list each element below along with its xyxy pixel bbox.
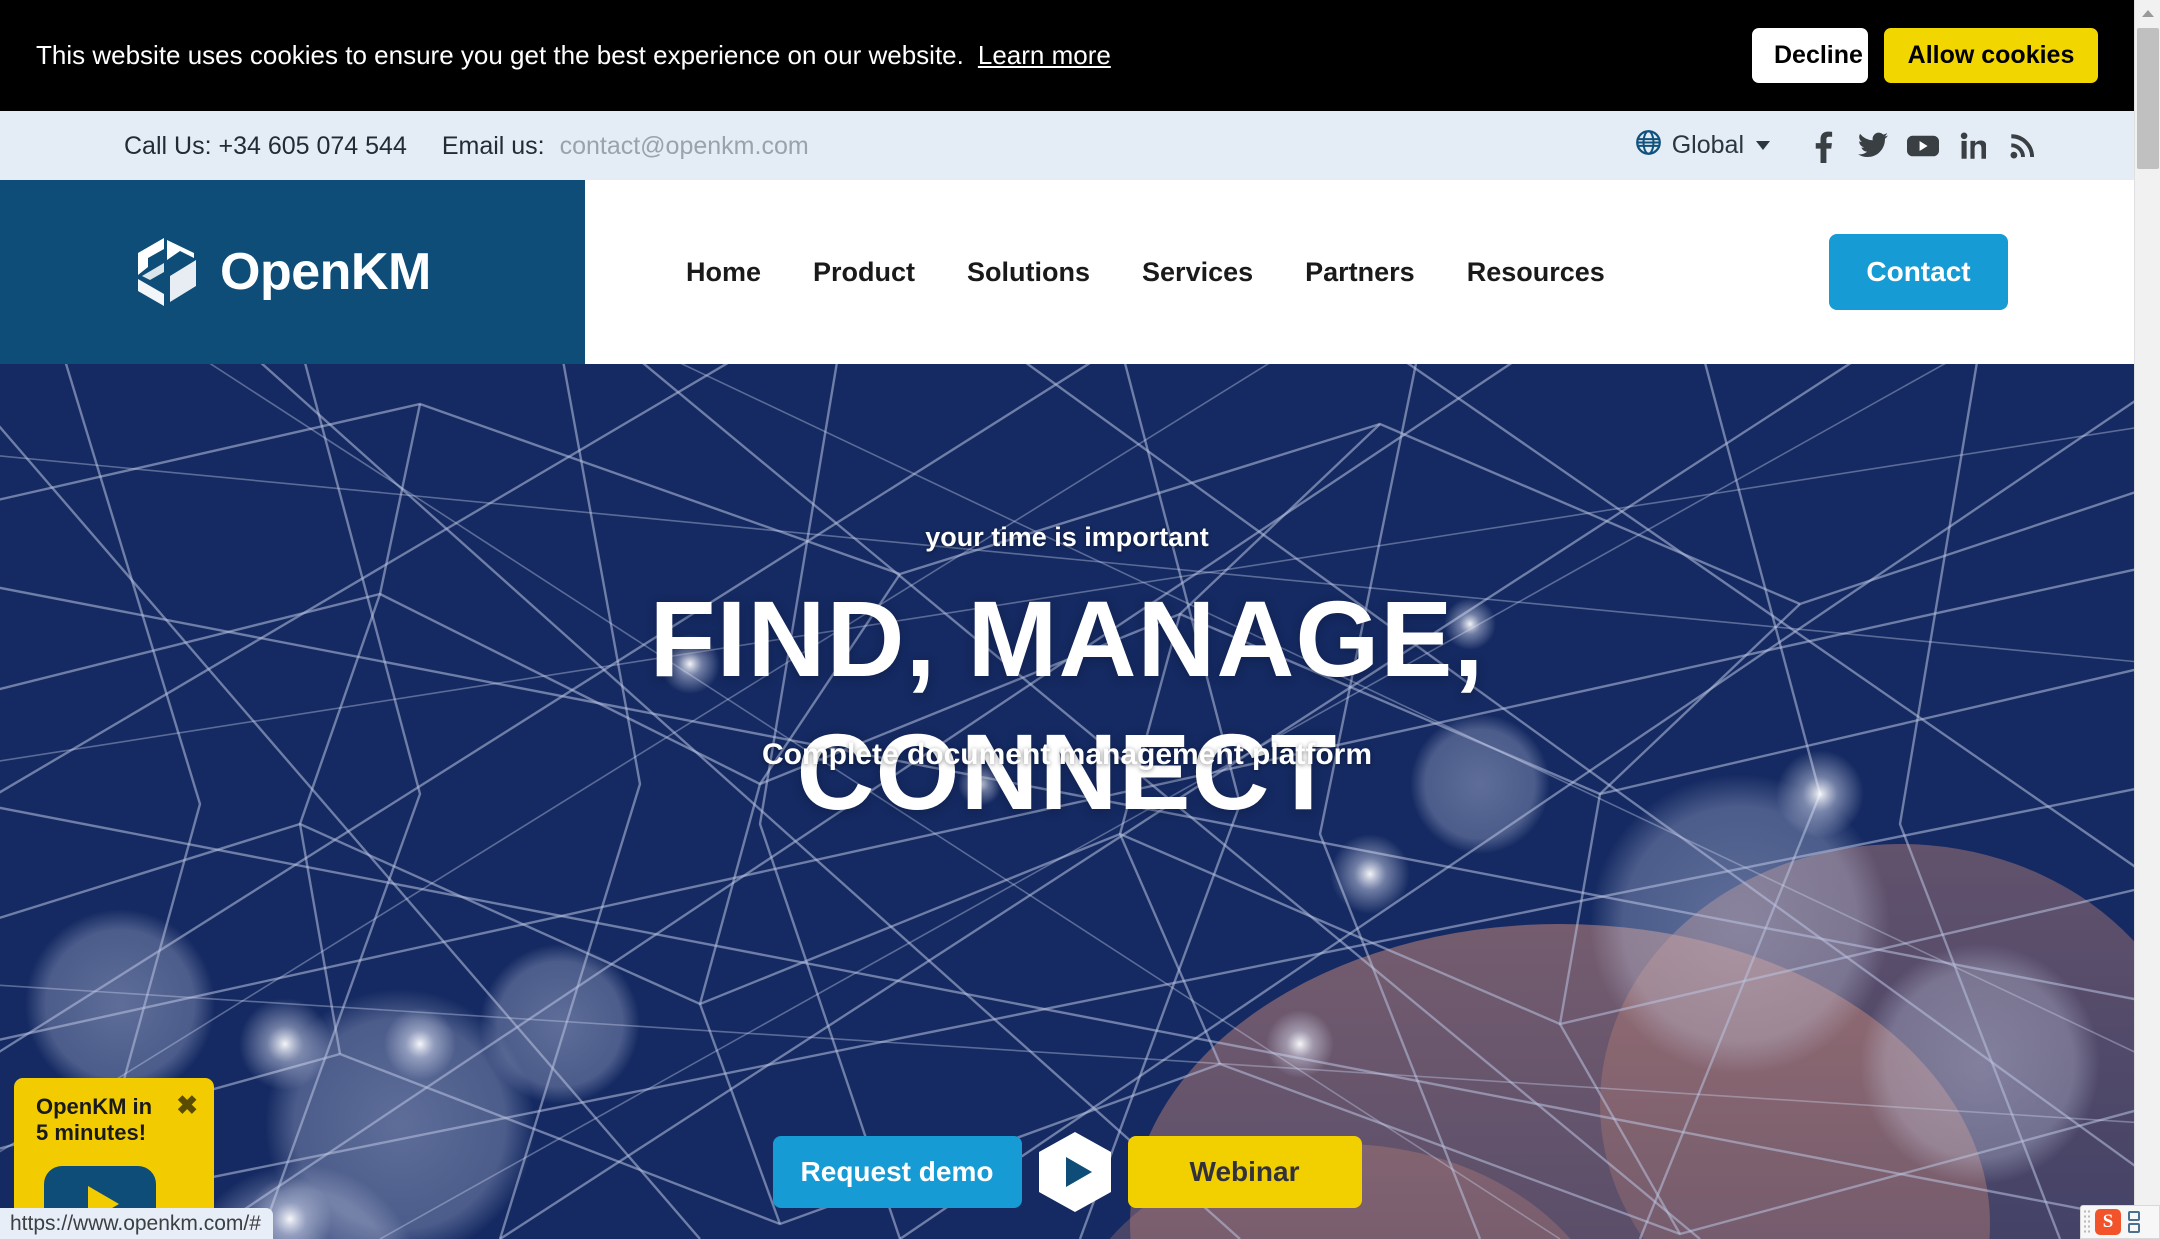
rss-icon[interactable] bbox=[1998, 124, 2048, 168]
email-us-label: Email us: bbox=[441, 132, 545, 160]
nav-item-solutions[interactable]: Solutions bbox=[941, 257, 1116, 288]
nav-item-resources[interactable]: Resources bbox=[1441, 257, 1631, 288]
facebook-icon[interactable] bbox=[1798, 124, 1848, 168]
youtube-icon[interactable] bbox=[1898, 124, 1948, 168]
globe-icon bbox=[1635, 129, 1662, 163]
scrollbar-thumb[interactable] bbox=[2137, 28, 2159, 169]
email-address[interactable]: contact@openkm.com bbox=[560, 132, 809, 160]
promo-popup[interactable]: OpenKM in 5 minutes! ✖ bbox=[14, 1078, 214, 1222]
hero-cta-group: Request demo Webinar bbox=[0, 1129, 2134, 1215]
request-demo-button[interactable]: Request demo bbox=[772, 1136, 1022, 1208]
chevron-up-icon bbox=[2142, 9, 2154, 17]
hero-section: your time is important FIND, MANAGE, CON… bbox=[0, 364, 2134, 1239]
snagit-logo-icon[interactable]: S bbox=[2095, 1209, 2121, 1235]
brand-name: OpenKM bbox=[220, 243, 431, 301]
nav-item-product[interactable]: Product bbox=[787, 257, 941, 288]
nav-item-home[interactable]: Home bbox=[660, 257, 787, 288]
utility-bar: Call Us: +34 605 074 544 Email us: conta… bbox=[0, 111, 2134, 180]
nav-item-services[interactable]: Services bbox=[1116, 257, 1279, 288]
twitter-icon[interactable] bbox=[1848, 124, 1898, 168]
capture-video-icon[interactable] bbox=[2128, 1223, 2140, 1233]
phone-number[interactable]: +34 605 074 544 bbox=[218, 132, 406, 160]
openkm-logo-icon bbox=[134, 236, 200, 308]
close-icon[interactable]: ✖ bbox=[176, 1092, 198, 1118]
contact-info: Call Us: +34 605 074 544 Email us: conta… bbox=[124, 132, 809, 161]
hero-subtitle: Complete document management platform bbox=[761, 738, 1373, 771]
page-viewport: This website uses cookies to ensure you … bbox=[0, 0, 2134, 1239]
capture-image-icon[interactable] bbox=[2128, 1211, 2140, 1221]
cookie-consent-banner: This website uses cookies to ensure you … bbox=[0, 0, 2134, 111]
cookie-learn-more-link[interactable]: Learn more bbox=[978, 40, 1111, 70]
allow-cookies-button[interactable]: Allow cookies bbox=[1884, 28, 2098, 83]
nav-item-partners[interactable]: Partners bbox=[1279, 257, 1441, 288]
contact-button[interactable]: Contact bbox=[1829, 234, 2008, 310]
cookie-message: This website uses cookies to ensure you … bbox=[36, 38, 1111, 72]
scrollbar-up-arrow[interactable] bbox=[2135, 0, 2160, 26]
utility-right-group: Global bbox=[1635, 111, 2048, 180]
status-bar-url: https://www.openkm.com/# bbox=[0, 1208, 273, 1239]
promo-title: OpenKM in 5 minutes! bbox=[36, 1094, 153, 1145]
drag-handle-icon[interactable] bbox=[2083, 1209, 2092, 1235]
hero-title-line-1: FIND, MANAGE, bbox=[649, 578, 1485, 699]
primary-navigation: Home Product Solutions Services Partners… bbox=[660, 180, 1631, 364]
hero-content: your time is important FIND, MANAGE, CON… bbox=[0, 364, 2134, 1239]
browser-window: This website uses cookies to ensure you … bbox=[0, 0, 2160, 1239]
hero-title: FIND, MANAGE, CONNECT bbox=[0, 572, 2134, 838]
cookie-message-text: This website uses cookies to ensure you … bbox=[36, 40, 964, 70]
capture-tool-icons[interactable] bbox=[2128, 1211, 2140, 1233]
screen-capture-widget[interactable]: S bbox=[2080, 1205, 2160, 1239]
linkedin-icon[interactable] bbox=[1948, 124, 1998, 168]
browser-scrollbar[interactable] bbox=[2134, 0, 2160, 1239]
call-us-label: Call Us: bbox=[124, 132, 212, 160]
play-video-hexagon-icon[interactable] bbox=[1032, 1129, 1118, 1215]
hero-kicker: your time is important bbox=[925, 522, 1209, 552]
webinar-button[interactable]: Webinar bbox=[1127, 1136, 1362, 1208]
language-label: Global bbox=[1671, 131, 1744, 159]
logo-panel[interactable]: OpenKM bbox=[0, 180, 585, 364]
decline-cookies-button[interactable]: Decline bbox=[1752, 28, 1868, 83]
chevron-down-icon bbox=[1756, 141, 1770, 150]
language-selector[interactable]: Global bbox=[1635, 129, 1770, 163]
site-header: OpenKM Home Product Solutions Services P… bbox=[0, 180, 2134, 364]
